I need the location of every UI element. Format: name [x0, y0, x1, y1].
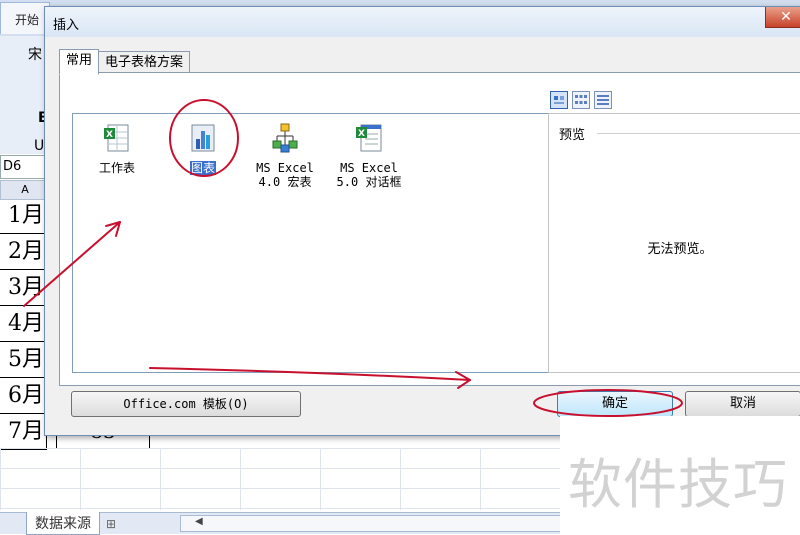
preview-divider	[597, 133, 800, 134]
item-label-line2: 4.0 宏表	[258, 175, 312, 189]
excel-ribbon: 宋 B U ⌞	[0, 36, 49, 179]
close-icon[interactable]: ✕	[765, 7, 800, 28]
item-label: MS Excel	[340, 161, 398, 175]
dialog-titlebar[interactable]: 插入 ✕	[45, 7, 800, 37]
cell-month[interactable]: 3月	[0, 271, 47, 306]
tab-spreadsheet-solutions[interactable]: 电子表格方案	[99, 51, 191, 74]
dialog-tabs: 常用 电子表格方案	[59, 49, 191, 75]
chart-icon	[163, 122, 243, 157]
tab-panel: X 工作表 图表 MS Excel 4.0 宏表 X MS Excel 5.0 …	[59, 72, 800, 386]
svg-text:X: X	[106, 130, 113, 140]
large-icons-view-icon[interactable]	[550, 91, 568, 109]
horizontal-scrollbar[interactable]: ◀	[180, 515, 562, 532]
dialog-sheet-icon: X	[329, 122, 409, 157]
cell-month[interactable]: 5月	[0, 343, 47, 378]
cell-month[interactable]: 2月	[0, 235, 47, 270]
cancel-button[interactable]: 取消	[685, 391, 800, 417]
worksheet-grid[interactable]	[0, 448, 560, 510]
font-size-icon[interactable]: U	[34, 138, 44, 154]
item-label: MS Excel	[256, 161, 314, 175]
item-label: 图表	[189, 161, 216, 175]
template-icon-list[interactable]: X 工作表 图表 MS Excel 4.0 宏表 X MS Excel 5.0 …	[72, 113, 550, 373]
cell-month[interactable]: 7月	[0, 415, 47, 450]
item-label: 工作表	[98, 161, 135, 175]
ribbon-tab-home[interactable]: 开始	[0, 2, 51, 34]
excel-ribbon-tabs: 开始	[0, 0, 51, 34]
macro-sheet-icon	[245, 122, 325, 157]
tab-general[interactable]: 常用	[59, 49, 100, 75]
office-templates-button[interactable]: Office.com 模板(O)	[71, 391, 301, 417]
dialog-title: 插入	[53, 18, 80, 33]
ok-button[interactable]: 确定	[557, 391, 673, 417]
list-item-dialog-sheet[interactable]: X MS Excel 5.0 对话框	[329, 122, 409, 189]
preview-empty-text: 无法预览。	[647, 242, 713, 257]
watermark-text: 软件技巧	[568, 453, 788, 516]
cell-month[interactable]: 1月	[0, 199, 47, 234]
list-item-macro-sheet[interactable]: MS Excel 4.0 宏表	[245, 122, 325, 189]
list-view-icon[interactable]	[572, 91, 590, 109]
view-mode-buttons	[550, 91, 612, 109]
item-label-line2: 5.0 对话框	[336, 175, 402, 189]
sheet-tab-data-source[interactable]: 数据来源	[26, 512, 100, 535]
preview-pane: 预览 无法预览。	[548, 113, 800, 373]
preview-label: 预览	[559, 128, 586, 143]
list-item-chart[interactable]: 图表	[163, 122, 243, 175]
cell-month[interactable]: 6月	[0, 379, 47, 414]
cell-month[interactable]: 4月	[0, 307, 47, 342]
worksheet-icon: X	[77, 122, 157, 157]
list-item-worksheet[interactable]: X 工作表	[77, 122, 157, 175]
column-header-a[interactable]: A	[0, 180, 50, 200]
insert-dialog: 插入 ✕ 常用 电子表格方案 X 工作表 图表 MS Excel 4.0 宏表 …	[44, 6, 800, 436]
scroll-left-icon[interactable]: ◀	[195, 516, 203, 527]
insert-sheet-icon[interactable]: ⊞	[106, 517, 116, 531]
watermark-area: 软件技巧	[560, 416, 800, 533]
svg-text:X: X	[358, 129, 365, 139]
details-view-icon[interactable]	[594, 91, 612, 109]
font-name-box[interactable]: 宋	[28, 44, 42, 64]
